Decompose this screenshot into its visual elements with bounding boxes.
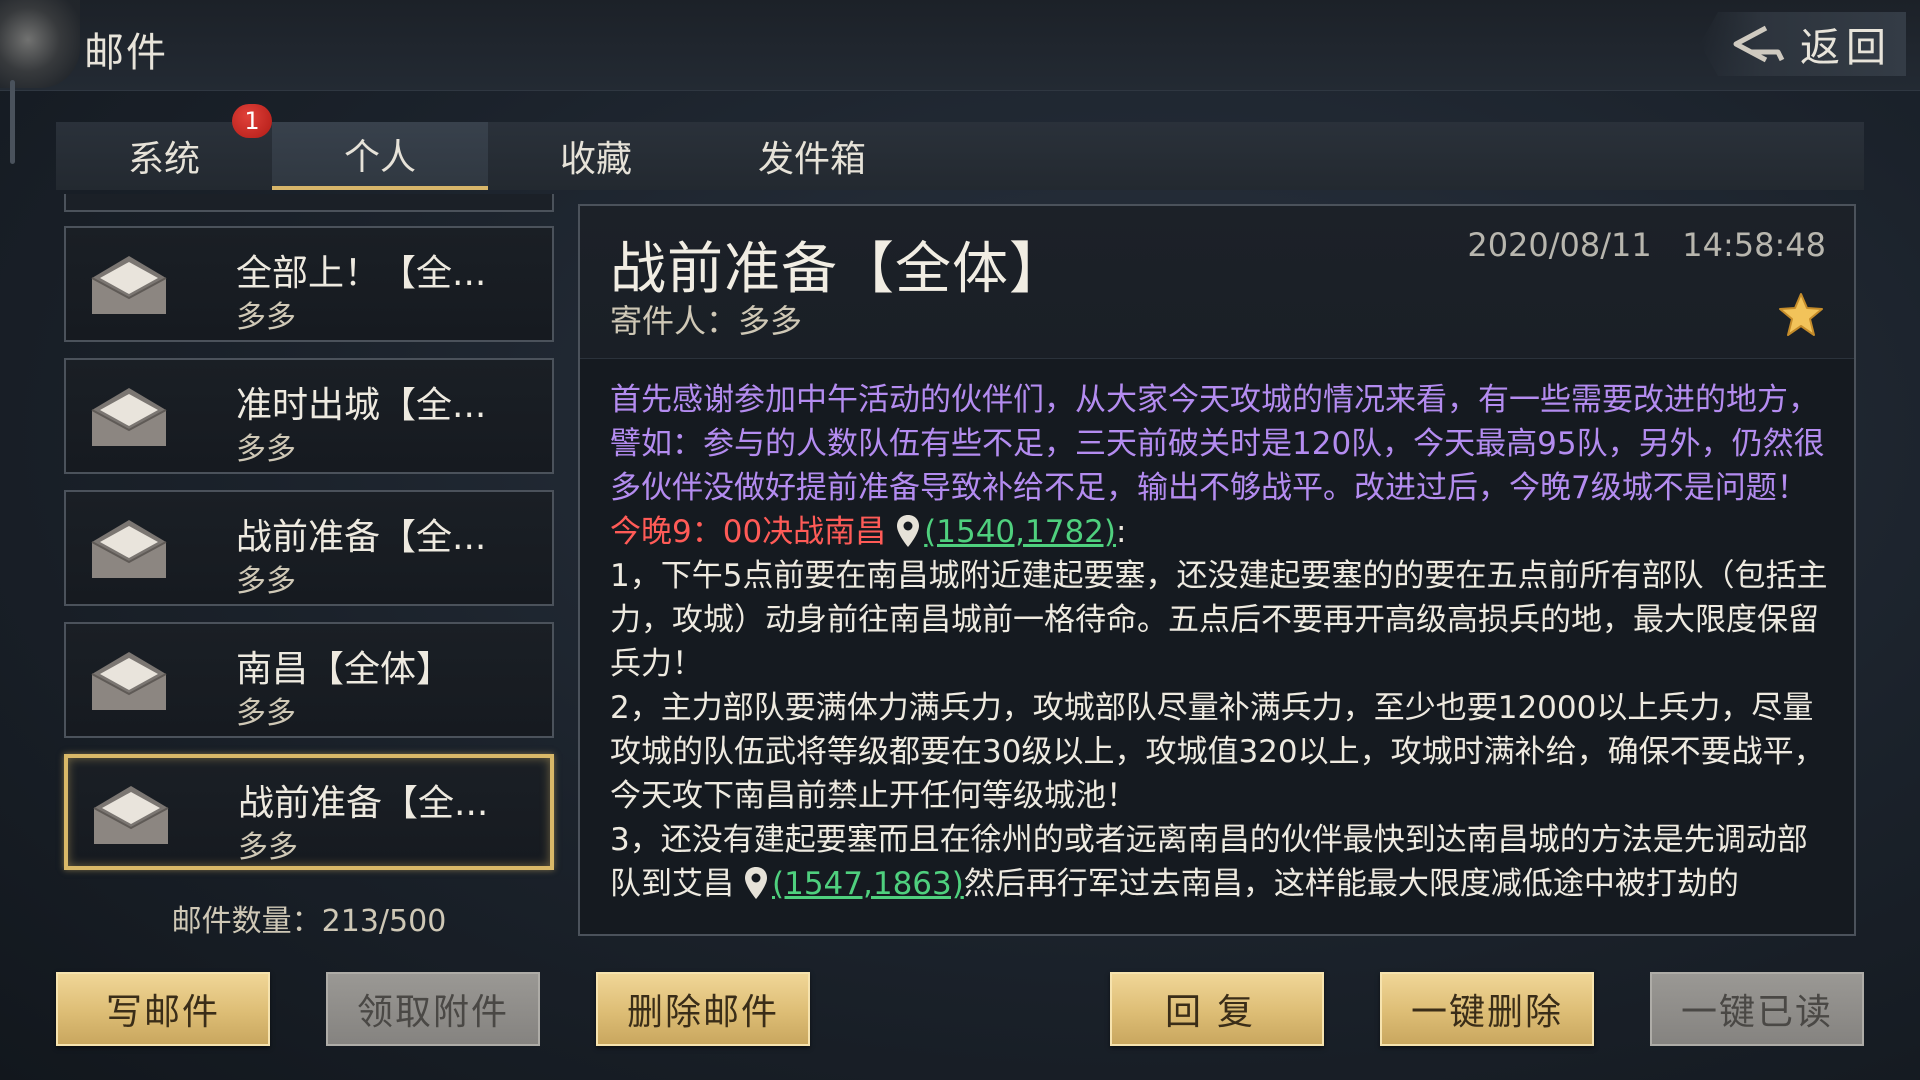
mail-sender: 多多 [236,564,296,599]
coordinate-link[interactable]: (1547,1863) [772,866,964,902]
coordinate-link[interactable]: (1540,1782) [924,514,1116,550]
colon: : [1116,514,1127,550]
mail-sender: 多多 [238,830,298,865]
mail-sender: 多多 [236,696,296,731]
envelope-icon [93,786,169,844]
mail-detail-header: 战前准备【全体】 寄件人：多多 2020/08/11 14:58:48 [580,206,1854,359]
mail-point-1: 1，下午5点前要在南昌城附近建起要塞，还没建起要塞的的要在五点前所有部队（包括主… [610,558,1828,682]
mail-emblem-icon [0,0,80,88]
mail-detail-panel: 战前准备【全体】 寄件人：多多 2020/08/11 14:58:48 首先感谢… [578,204,1856,936]
mail-point-3: 3，还没有建起要塞而且在徐州的或者远离南昌的伙伴最快到达南昌城的方法是先调动部队… [610,818,1830,906]
back-label: 返回 [1800,25,1892,71]
envelope-icon [91,520,167,578]
page-title: 邮件 [84,30,168,76]
mail-list-item[interactable]: 南昌【全体】 多多 [64,622,554,738]
mail-body: 首先感谢参加中午活动的伙伴们，从大家今天攻城的情况来看，有一些需要改进的地方，譬… [610,378,1830,906]
mail-intro: 首先感谢参加中午活动的伙伴们，从大家今天攻城的情况来看，有一些需要改进的地方，譬… [610,382,1825,506]
mail-list-item[interactable]: 全部上！【全... 多多 [64,226,554,342]
delete-mail-button[interactable]: 删除邮件 [596,972,810,1046]
battle-time-text: 今晚9：00决战南昌 [610,514,887,550]
mark-all-read-button[interactable]: 一键已读 [1650,972,1864,1046]
list-item-partial[interactable] [64,194,554,212]
battle-line: 今晚9：00决战南昌 (1540,1782): [610,510,1830,554]
mail-timestamp: 2020/08/11 14:58:48 [1467,226,1826,264]
mail-sender-line: 寄件人：多多 [610,302,803,340]
write-mail-button[interactable]: 写邮件 [56,972,270,1046]
back-arrow-icon [1733,25,1785,63]
delete-all-button[interactable]: 一键删除 [1380,972,1594,1046]
envelope-icon [91,388,167,446]
location-pin-icon [897,515,920,547]
mail-subject: 战前准备【全... [238,783,489,824]
location-pin-icon [745,867,767,899]
mail-subject: 南昌【全体】 [236,649,453,690]
tab-bar: 系统 个人 收藏 发件箱 [56,122,1864,190]
envelope-icon [91,652,167,710]
mail-subject: 全部上！【全... [236,253,487,294]
point-3-tail: 然后再行军过去南昌，这样能最大限度减低途中被打劫的 [963,866,1739,902]
tab-personal[interactable]: 个人 [272,122,488,190]
favorite-star-icon[interactable] [1778,292,1824,338]
mail-time: 14:58:48 [1682,226,1826,264]
mail-list-item[interactable]: 战前准备【全... 多多 [64,490,554,606]
back-button[interactable]: 返回 [1700,12,1906,76]
mail-sender: 多多 [236,432,296,467]
mail-title: 战前准备【全体】 [610,237,1066,302]
mail-date: 2020/08/11 [1467,226,1652,264]
mail-point-2: 2，主力部队要满体力满兵力，攻城部队尽量补满兵力，至少也要12000以上兵力，尽… [610,690,1825,814]
collect-attachments-button[interactable]: 领取附件 [326,972,540,1046]
envelope-icon [91,256,167,314]
mail-list-item-selected[interactable]: 战前准备【全... 多多 [64,754,554,870]
mail-count: 邮件数量：213/500 [171,904,447,939]
unread-badge: 1 [232,104,272,138]
tab-favorites[interactable]: 收藏 [488,122,704,190]
side-scroll-indicator [10,80,15,164]
top-bar: 邮件 返回 [0,0,1920,91]
reply-button[interactable]: 回复 [1110,972,1324,1046]
mail-list-item[interactable]: 准时出城【全... 多多 [64,358,554,474]
mail-sender: 多多 [236,300,296,335]
mail-subject: 战前准备【全... [236,517,487,558]
tab-outbox[interactable]: 发件箱 [704,122,920,190]
mail-subject: 准时出城【全... [236,385,487,426]
